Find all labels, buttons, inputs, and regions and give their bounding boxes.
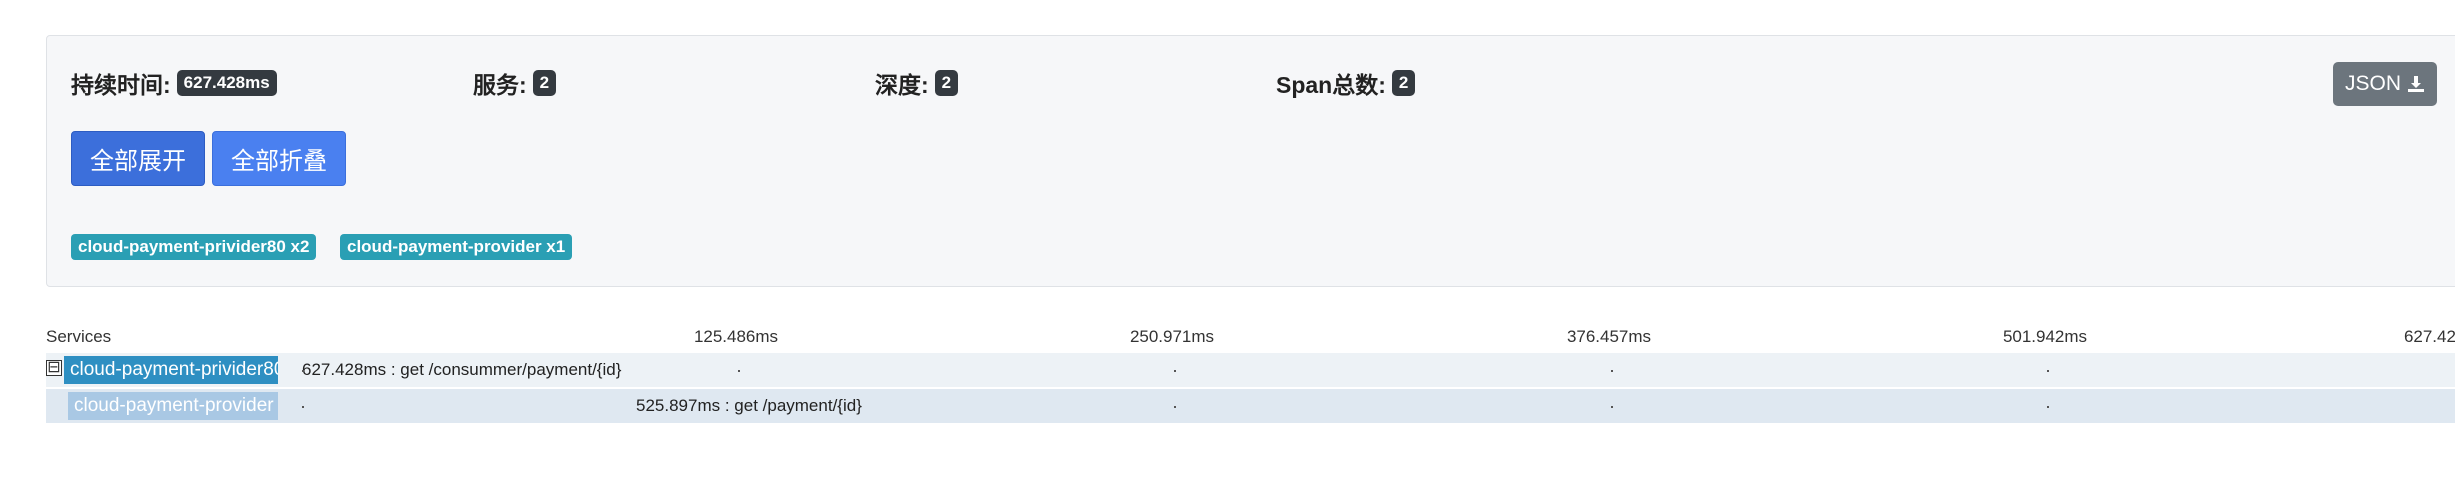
depth-badge: 2	[934, 70, 959, 96]
time-tick-1: 125.486ms	[693, 327, 779, 346]
time-tick-3: 376.457ms	[1566, 327, 1652, 346]
span-count-badge: 2	[1391, 70, 1416, 96]
span-count-stat: Span总数: 2	[1276, 66, 1416, 100]
services-label: 服务:	[473, 72, 527, 98]
services-column-header: Services	[46, 327, 112, 346]
time-tick-4: 501.942ms	[2002, 327, 2088, 346]
duration-stat: 持续时间: 627.428ms	[71, 66, 277, 100]
duration-badge: 627.428ms	[176, 70, 277, 96]
json-button-label: JSON	[2344, 72, 2401, 95]
service-tag-provider[interactable]: cloud-payment-provider x1	[340, 234, 573, 260]
span-service-label-child[interactable]: cloud-payment-provider	[68, 392, 278, 420]
service-tag-privider80[interactable]: cloud-payment-privider80 x2	[71, 234, 317, 260]
grid-dot	[302, 406, 304, 408]
span-text-child[interactable]: 525.897ms : get /payment/{id}	[636, 396, 862, 416]
collapse-toggle-icon[interactable]: ⊟	[46, 360, 62, 376]
grid-dot	[302, 370, 304, 372]
json-download-button[interactable]: JSON	[2333, 62, 2437, 106]
services-stat: 服务: 2	[473, 66, 557, 100]
span-count-label: Span总数:	[1276, 72, 1386, 98]
grid-dot	[2047, 406, 2049, 408]
span-text-root[interactable]: 627.428ms : get /consummer/payment/{id}	[302, 360, 621, 380]
depth-label: 深度:	[875, 72, 929, 98]
grid-dot	[738, 370, 740, 372]
collapse-all-button[interactable]: 全部折叠	[212, 131, 346, 186]
span-row-child[interactable]	[46, 389, 2455, 423]
time-tick-2: 250.971ms	[1129, 327, 1215, 346]
download-icon	[2408, 76, 2424, 92]
grid-dot	[1174, 370, 1176, 372]
expand-all-button[interactable]: 全部展开	[71, 131, 205, 186]
trace-summary-panel: 持续时间: 627.428ms 服务: 2 深度: 2 Span总数: 2 JS…	[46, 35, 2455, 287]
grid-dot	[1611, 370, 1613, 372]
services-badge: 2	[532, 70, 557, 96]
duration-label: 持续时间:	[71, 72, 171, 98]
depth-stat: 深度: 2	[875, 66, 959, 100]
span-service-label-root[interactable]: cloud-payment-privider80	[64, 356, 278, 384]
grid-dot	[1174, 406, 1176, 408]
time-tick-5: 627.428ms	[2403, 327, 2455, 346]
grid-dot	[1611, 406, 1613, 408]
grid-dot	[2047, 370, 2049, 372]
